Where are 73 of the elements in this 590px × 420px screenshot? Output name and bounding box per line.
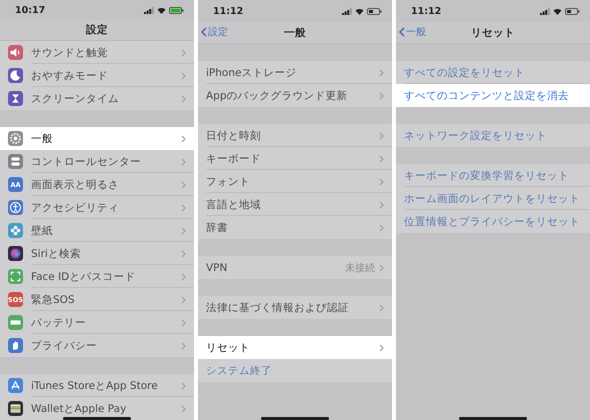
back-button[interactable]: 設定 [201, 25, 228, 39]
settings-row[interactable]: Appのバックグラウンド更新 [198, 84, 392, 107]
wifi-icon [157, 6, 166, 14]
home-indicator[interactable] [459, 417, 527, 420]
settings-row[interactable]: すべてのコンテンツと設定を消去 [396, 84, 590, 107]
chevron-icon [181, 72, 186, 80]
settings-row[interactable]: すべての設定をリセット [396, 61, 590, 84]
wifi-icon [355, 8, 364, 14]
status-time: 11:12 [411, 6, 442, 16]
settings-row[interactable]: キーボード [198, 147, 392, 170]
settings-row[interactable]: キーボードの変換学習をリセット [396, 164, 590, 187]
chevron-icon [181, 342, 186, 350]
chevron-icon [181, 250, 186, 258]
settings-row[interactable]: iTunes StoreとApp Store [0, 374, 194, 397]
wifi-icon [553, 8, 562, 14]
settings-row[interactable]: 壁紙 [0, 219, 194, 242]
signal-icon [144, 6, 154, 14]
settings-row[interactable]: iPhoneストレージ [198, 61, 392, 84]
chevron-icon [181, 48, 186, 56]
settings-row[interactable]: 位置情報とプライバシーをリセット [396, 210, 590, 233]
chevron-icon [181, 94, 186, 102]
settings-row[interactable]: フォント [198, 170, 392, 193]
settings-row[interactable]: Face IDとパスコード [0, 265, 194, 288]
settings-row[interactable]: バッテリー [0, 311, 194, 334]
settings-row[interactable]: VPN 未接続 [198, 256, 392, 279]
chevron-icon [379, 68, 384, 76]
chevron-icon [181, 134, 186, 142]
back-chevron-icon [201, 27, 207, 37]
chevron-icon [181, 404, 186, 412]
chevron-icon [181, 158, 186, 166]
screen-title: リセット [471, 26, 515, 40]
settings-row[interactable]: コントロールセンター [0, 150, 194, 173]
settings-row[interactable]: ネットワーク設定をリセット [396, 124, 590, 147]
screen-title: 設定 [86, 23, 108, 38]
settings-row[interactable]: スクリーンタイム [0, 87, 194, 110]
settings-row[interactable]: プライバシー [0, 334, 194, 357]
settings-row[interactable]: 言語と地域 [198, 193, 392, 216]
home-indicator[interactable] [261, 417, 329, 420]
status-time: 11:12 [213, 6, 244, 16]
settings-row[interactable]: 日付と時刻 [198, 124, 392, 147]
chevron-icon [379, 224, 384, 232]
chevron-icon [379, 132, 384, 140]
settings-row[interactable]: リセット [198, 336, 392, 359]
chevron-icon [181, 382, 186, 390]
chevron-icon [181, 204, 186, 212]
settings-row[interactable]: ホーム画面のレイアウトをリセット [396, 187, 590, 210]
settings-row[interactable]: システム終了 [198, 359, 392, 382]
chevron-icon [181, 296, 186, 304]
chevron-icon [181, 318, 186, 326]
settings-row[interactable]: アクセシビリティ [0, 196, 194, 219]
status-time: 10:17 [15, 4, 46, 16]
chevron-icon [379, 344, 384, 352]
settings-row[interactable]: 一般 [0, 127, 194, 150]
settings-row[interactable]: おやすみモード [0, 64, 194, 87]
settings-row[interactable]: 辞書 [198, 216, 392, 239]
chevron-icon [379, 264, 384, 272]
chevron-icon [379, 304, 384, 312]
back-chevron-icon [399, 27, 405, 37]
chevron-icon [181, 180, 186, 188]
home-indicator[interactable] [63, 417, 131, 420]
settings-row[interactable]: サウンドと触覚 [0, 41, 194, 64]
chevron-icon [379, 92, 384, 100]
chevron-icon [181, 272, 186, 280]
chevron-icon [379, 154, 384, 162]
chevron-icon [379, 178, 384, 186]
chevron-icon [379, 200, 384, 208]
screen-title: 一般 [284, 26, 306, 40]
settings-row[interactable]: Siriと検索 [0, 242, 194, 265]
settings-row[interactable]: WalletとApple Pay [0, 397, 194, 420]
chevron-icon [181, 226, 186, 234]
signal-icon [540, 8, 550, 14]
signal-icon [342, 8, 352, 14]
settings-row[interactable]: 法律に基づく情報および認証 [198, 296, 392, 319]
